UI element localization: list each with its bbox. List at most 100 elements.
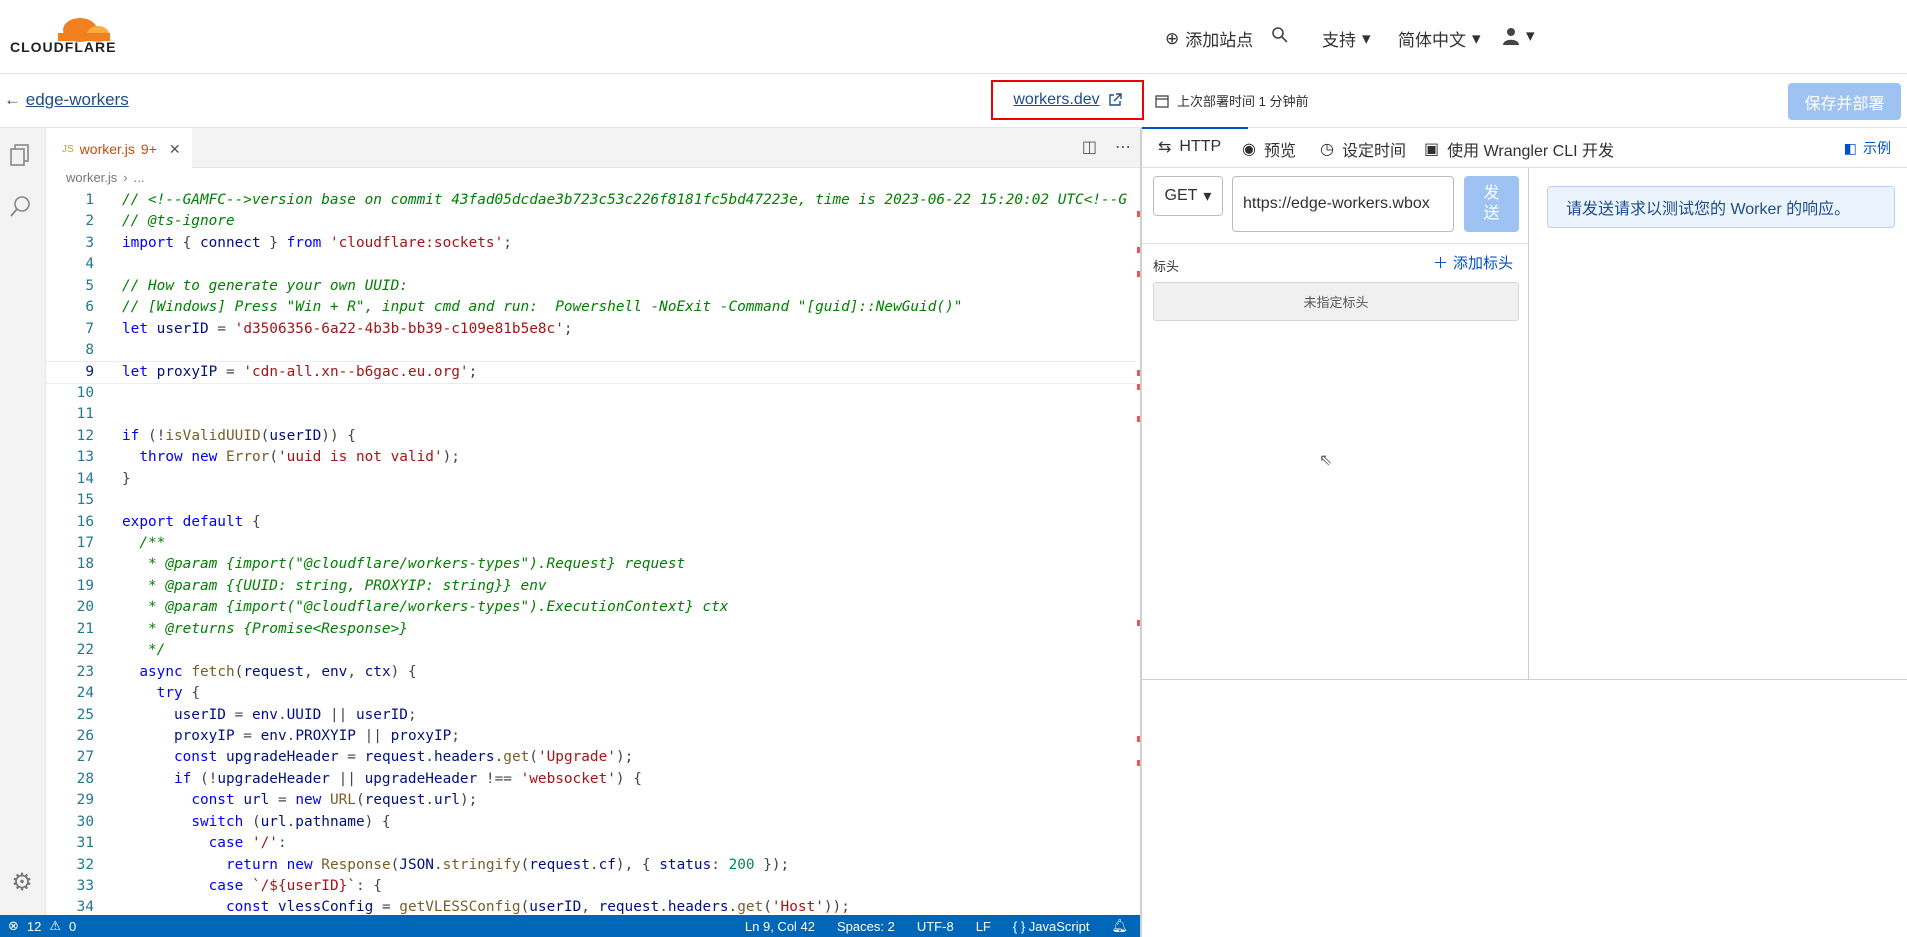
code-text: case '/': [208,835,287,852]
close-icon[interactable]: ✕ [169,141,181,158]
code-line[interactable]: 11 [46,404,1136,425]
code-text: try { [156,685,200,702]
editor-tabs: JS worker.js 9+ ✕ ◫ ⋯ [46,128,1145,168]
headers-label: 标头 [1153,259,1180,274]
tab-http[interactable]: ⇆ HTTP [1158,137,1221,157]
line-number: 24 [76,685,94,702]
language-mode[interactable]: { } JavaScript [1013,919,1090,934]
line-number: 5 [85,277,94,294]
line-number: 15 [76,492,94,509]
code-line[interactable]: 13 throw new Error('uuid is not valid'); [46,447,1136,468]
line-ending[interactable]: LF [976,919,991,934]
line-number: 18 [76,556,94,573]
code-line[interactable]: 2 // @ts-ignore [46,211,1136,232]
code-line[interactable]: 29 const url = new URL(request.url); [46,790,1136,811]
add-site-button[interactable]: ⊕ 添加站点 [1165,26,1253,51]
line-number: 11 [76,406,94,423]
code-line[interactable]: 27 const upgradeHeader = request.headers… [46,747,1136,768]
request-response-divider[interactable] [1528,168,1529,680]
code-line[interactable]: 14} [46,469,1136,490]
files-icon[interactable] [8,142,34,173]
tab-schedule[interactable]: ◷ 设定时间 [1320,137,1406,161]
tab-wrangler-cli[interactable]: ▣ 使用 Wrangler CLI 开发 [1424,137,1614,161]
code-line[interactable]: 30 switch (url.pathname) { [46,812,1136,833]
search-icon[interactable] [8,194,34,225]
workers-dev-link[interactable]: workers.dev [991,80,1144,120]
cursor-position[interactable]: Ln 9, Col 42 [745,919,815,934]
code-line[interactable]: 10 [46,383,1136,404]
code-line[interactable]: 34 const vlessConfig = getVLESSConfig(us… [46,897,1136,915]
code-text: * @param {import("@cloudflare/workers-ty… [122,556,686,573]
problems-indicator[interactable]: ⊗ 12 ⚠ 0 [8,918,76,934]
code-line[interactable]: 20 * @param {import("@cloudflare/workers… [46,597,1136,618]
code-line[interactable]: 16 export default { [46,512,1136,533]
code-line[interactable]: 28 if (!upgradeHeader || upgradeHeader !… [46,769,1136,790]
save-deploy-button[interactable]: 保存并部署 [1788,83,1901,120]
panel-divider[interactable] [1140,128,1142,937]
examples-button[interactable]: ◧ 示例 [1844,138,1891,158]
swap-arrows-icon: ⇆ [1158,139,1172,156]
back-link[interactable]: ← edge-workers [4,90,129,110]
code-text: * @param {{UUID: string, PROXYIP: string… [122,577,547,594]
code-line[interactable]: 33 case `/${userID}`: { [46,876,1136,897]
code-line[interactable]: 5 // How to generate your own UUID: [46,276,1136,297]
terminal-icon: ▣ [1424,141,1440,158]
arrow-left-icon: ← [4,90,21,109]
support-menu[interactable]: 支持 ▾ [1322,26,1371,51]
code-text: export default { [122,513,261,530]
code-text: import { connect } from 'cloudflare:sock… [122,234,512,251]
split-editor-icon[interactable]: ◫ [1082,137,1097,157]
plus-circle-icon: ⊕ [1165,28,1180,48]
tab-worker-js[interactable]: JS worker.js 9+ ✕ [46,128,192,168]
code-line[interactable]: 24 try { [46,683,1136,704]
more-actions-icon[interactable]: ⋯ [1115,137,1131,157]
code-line[interactable]: 32 return new Response(JSON.stringify(re… [46,855,1136,876]
code-editor[interactable]: 1 // <!--GAMFC-->version base on commit 4… [46,190,1136,915]
code-text: // [Windows] Press "Win + R", input cmd … [122,299,963,316]
code-line[interactable]: 15 [46,490,1136,511]
search-icon[interactable] [1271,26,1289,44]
user-menu[interactable]: ▾ [1502,26,1535,46]
chevron-right-icon: › [123,170,128,185]
code-line[interactable]: 19 * @param {{UUID: string, PROXYIP: str… [46,576,1136,597]
method-select[interactable]: GET ▾ [1153,176,1223,216]
code-line[interactable]: 6 // [Windows] Press "Win + R", input cmd… [46,297,1136,318]
code-line[interactable]: 8 [46,340,1136,361]
code-line[interactable]: 26 proxyIP = env.PROXYIP || proxyIP; [46,726,1136,747]
code-line[interactable]: 22 */ [46,640,1136,661]
indentation[interactable]: Spaces: 2 [837,919,895,934]
worker-subbar: ← edge-workers [0,74,1907,128]
code-text: if (!upgradeHeader || upgradeHeader !== … [173,770,642,787]
code-line[interactable]: 12 if (!isValidUUID(userID)) { [46,426,1136,447]
code-line[interactable]: 7 let userID = 'd3506356-6a22-4b3b-bb39-c… [46,319,1136,340]
code-line[interactable]: 21 * @returns {Promise<Response>} [46,619,1136,640]
breadcrumb: worker.js › ... [66,170,144,185]
code-line[interactable]: 1 // <!--GAMFC-->version base on commit 4… [46,190,1136,211]
encoding[interactable]: UTF-8 [917,919,954,934]
bell-icon[interactable]: 🔔︎ [1111,918,1128,934]
code-line[interactable]: 17 /** [46,533,1136,554]
mouse-pointer-icon: ⇖ [1319,452,1333,469]
code-line[interactable]: 9 let proxyIP = 'cdn-all.xn--b6gac.eu.org… [46,360,1136,384]
language-menu[interactable]: 简体中文 ▾ [1398,26,1481,51]
code-line[interactable]: 3 import { connect } from 'cloudflare:soc… [46,233,1136,254]
url-input[interactable]: https://edge-workers.wbox [1232,176,1454,232]
code-line[interactable]: 25 userID = env.UUID || userID; [46,705,1136,726]
tab-preview[interactable]: ◉ 预览 [1242,137,1296,161]
line-number: 12 [76,427,94,444]
code-line[interactable]: 18 * @param {import("@cloudflare/workers… [46,554,1136,575]
console-divider[interactable] [1142,679,1907,680]
line-number: 23 [76,663,94,680]
breadcrumb-file[interactable]: worker.js [66,170,117,185]
add-header-button[interactable]: ＋ 添加标头 [1433,252,1513,273]
code-line[interactable]: 4 [46,254,1136,275]
code-line[interactable]: 23 async fetch(request, env, ctx) { [46,662,1136,683]
breadcrumb-more[interactable]: ... [134,170,145,185]
code-text: // <!--GAMFC-->version base on commit 43… [122,192,1128,208]
gear-icon[interactable]: ⚙ [6,868,38,900]
code-text: /** [122,535,166,551]
send-button[interactable]: 发送 [1464,176,1519,232]
activity-bar [0,128,46,915]
code-line[interactable]: 31 case '/': [46,833,1136,854]
external-link-icon [1108,93,1122,106]
